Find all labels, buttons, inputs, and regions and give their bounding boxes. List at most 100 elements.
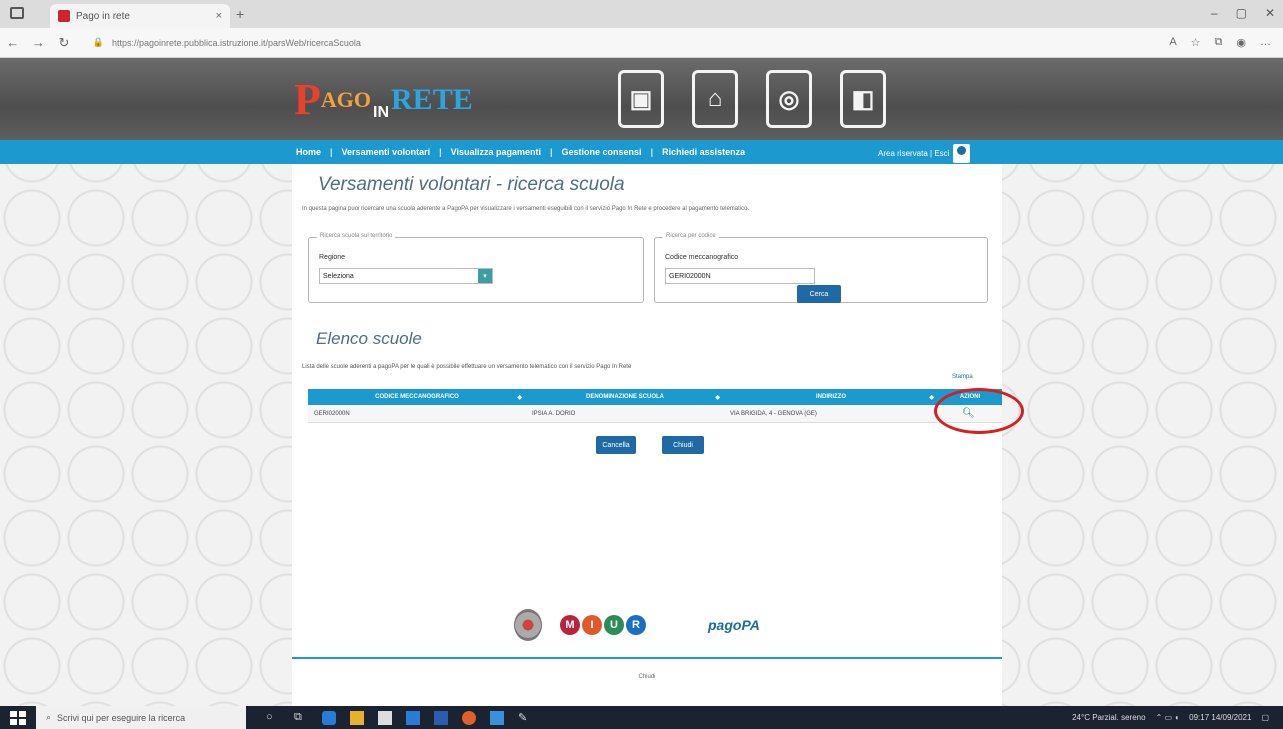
region-search-legend: Ricerca scuola sul territorio [317, 233, 396, 239]
italian-republic-emblem-icon [514, 609, 542, 641]
schools-table: CODICE MECCANOGRAFICO ◆ DENOMINAZIONE SCU… [308, 389, 1002, 423]
miur-logo: M I U R [560, 615, 646, 635]
code-input[interactable]: GERI02000N [665, 268, 815, 284]
forward-button[interactable]: → [26, 35, 52, 50]
nav-home[interactable]: Home [296, 147, 321, 157]
nav-richiedi-assistenza[interactable]: Richiedi assistenza [662, 147, 745, 157]
close-window-button[interactable]: ✕ [1265, 6, 1275, 20]
read-aloud-icon[interactable]: A [1169, 36, 1176, 49]
footer-text: Chiudi [638, 674, 656, 680]
lock-icon: 🔒 [92, 37, 104, 47]
start-button[interactable] [10, 710, 26, 725]
region-select-value: Seleziona [323, 272, 354, 280]
logo-rete: RETE [391, 83, 473, 116]
tab-title: Pago in rete [76, 10, 130, 22]
mail-icon[interactable] [406, 710, 420, 725]
trip-icon: ◧ [840, 70, 886, 128]
back-button[interactable]: ← [0, 35, 26, 50]
favorites-icon[interactable]: ☆ [1191, 36, 1201, 49]
table-row: GERI02000N IPSIA A. DORIO VIA BRIGIDA, 4… [308, 405, 1002, 423]
url-text: https://pagoinrete.pubblica.istruzione.i… [111, 37, 361, 48]
collections-icon[interactable]: ⧉ [1215, 36, 1223, 49]
list-description: Lista delle scuole aderenti a pagoPA per… [302, 364, 632, 370]
region-select[interactable]: Seleziona ▾ [319, 268, 493, 284]
browser-tab[interactable]: Pago in rete × [50, 4, 230, 28]
table-header: CODICE MECCANOGRAFICO ◆ DENOMINAZIONE SCU… [308, 389, 1002, 405]
code-search-legend: Ricerca per codice [663, 233, 719, 239]
store-icon[interactable] [378, 710, 392, 725]
pen-icon[interactable]: ✎ [518, 711, 532, 725]
search-button[interactable]: Cerca [797, 285, 841, 303]
code-search-fieldset: Ricerca per codice Codice meccanografico… [654, 233, 988, 303]
main-content: Versamenti volontari - ricerca scuola In… [292, 164, 1002, 706]
page-title: Versamenti volontari - ricerca scuola [318, 174, 625, 195]
maximize-button[interactable]: ▢ [1236, 6, 1247, 20]
nav-gestione-consensi[interactable]: Gestione consensi [562, 147, 642, 157]
nav-visualizza-pagamenti[interactable]: Visualizza pagamenti [451, 147, 541, 157]
minimize-button[interactable]: – [1211, 6, 1218, 20]
cell-indirizzo: VIA BRIGIDA, 4 - GENOVA (GE) [730, 410, 817, 417]
taskbar-apps: ○ ⧉ ✎ [266, 710, 532, 725]
cancel-button[interactable]: Cancella [596, 436, 636, 454]
taskbar-search-placeholder: Scrivi qui per eseguire la ricerca [57, 712, 186, 723]
cell-codice: GERI02000N [314, 410, 350, 417]
system-tray: 24°C Parzial. sereno ⌃ ▭ ◖ 09:17 14/09/2… [1072, 713, 1269, 722]
sort-icon: ◆ [929, 394, 934, 401]
profile-icon[interactable]: ◉ [1236, 36, 1246, 49]
school-icon: ⌂ [692, 70, 738, 128]
window-controls: – ▢ ✕ [1211, 6, 1275, 20]
region-label: Regione [319, 254, 346, 261]
area-riservata-link[interactable]: Area riservata | Esci [878, 149, 949, 158]
sort-icon: ◆ [715, 394, 720, 401]
footer-divider [292, 657, 1002, 659]
user-icon[interactable] [953, 144, 971, 163]
pago-in-rete-logo[interactable]: P AGO IN RETE [294, 78, 473, 122]
pagopa-logo: pagoPA [708, 617, 760, 633]
task-view-icon[interactable]: ⧉ [294, 711, 308, 725]
browser-tabstrip: Pago in rete × + – ▢ ✕ [0, 0, 1283, 28]
search-icon: ⌕ [46, 712, 52, 722]
col-denominazione[interactable]: DENOMINAZIONE SCUOLA ◆ [526, 389, 724, 405]
cell-denominazione: IPSIA A. DORIO [532, 410, 576, 417]
tab-actions-icon[interactable] [10, 7, 24, 19]
footer-logos: M I U R pagoPA [514, 609, 760, 641]
notifications-icon[interactable]: ▢ [1261, 713, 1269, 722]
print-link[interactable]: Stampa [952, 374, 973, 380]
logo-p: P [294, 75, 321, 124]
code-label: Codice meccanografico [665, 254, 739, 261]
photos-icon[interactable] [490, 710, 504, 725]
browser-toolbar-icons: A ☆ ⧉ ◉ … [1169, 36, 1271, 49]
cortana-icon[interactable]: ○ [266, 711, 280, 725]
col-indirizzo[interactable]: INDIRIZZO ◆ [724, 389, 938, 405]
chevron-down-icon[interactable]: ▾ [478, 269, 492, 283]
taskbar-search[interactable]: ⌕ Scrivi qui per eseguire la ricerca [36, 706, 246, 729]
weather-widget[interactable]: 24°C Parzial. sereno [1072, 713, 1145, 722]
sort-icon: ◆ [517, 394, 522, 401]
favicon-icon [58, 10, 70, 22]
chrome-icon[interactable] [462, 710, 476, 725]
banner-icons: ▣ ⌂ ◎ ◧ [618, 70, 886, 128]
word-icon[interactable] [434, 710, 448, 725]
canteen-icon: ◎ [766, 70, 812, 128]
logo-ago: AGO [320, 87, 372, 112]
nav-versamenti-volontari[interactable]: Versamenti volontari [342, 147, 431, 157]
more-icon[interactable]: … [1260, 36, 1271, 49]
bus-icon: ▣ [618, 70, 664, 128]
clock[interactable]: 09:17 14/09/2021 [1189, 713, 1251, 722]
close-button[interactable]: Chiudi [662, 436, 704, 454]
new-tab-button[interactable]: + [236, 6, 244, 22]
network-icon[interactable]: ⌃ ▭ ◖ [1156, 713, 1180, 722]
url-field[interactable]: 🔒 https://pagoinrete.pubblica.istruzione… [87, 32, 1170, 54]
list-title: Elenco scuole [316, 329, 422, 348]
tab-close-icon[interactable]: × [216, 10, 222, 22]
address-bar: ← → ↻ 🔒 https://pagoinrete.pubblica.istr… [0, 28, 1283, 58]
file-explorer-icon[interactable] [350, 710, 364, 725]
region-search-fieldset: Ricerca scuola sul territorio Regione Se… [308, 233, 644, 303]
edge-icon[interactable] [322, 710, 336, 725]
page-intro: In questa pagina puoi ricercare una scuo… [302, 206, 750, 212]
logo-in: IN [373, 104, 390, 121]
annotation-circle [934, 388, 1024, 434]
refresh-button[interactable]: ↻ [51, 35, 77, 51]
main-navbar: Home | Versamenti volontari | Visualizza p… [0, 140, 1283, 164]
col-codice[interactable]: CODICE MECCANOGRAFICO ◆ [308, 389, 526, 405]
